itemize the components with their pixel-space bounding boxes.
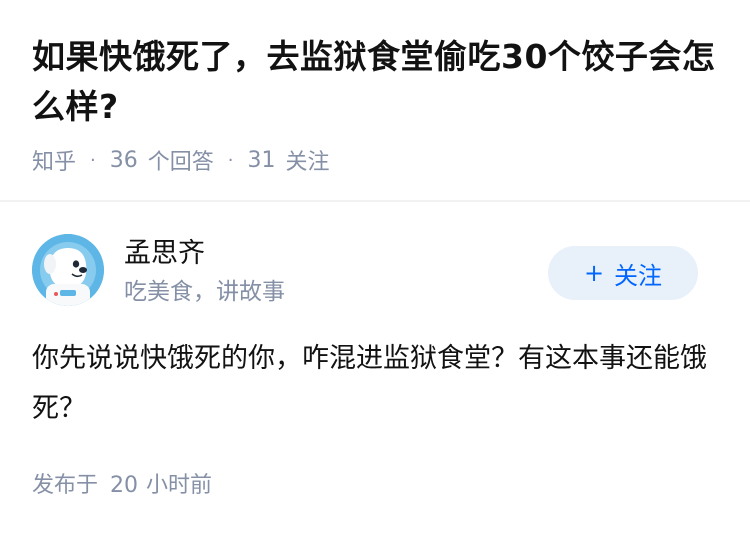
answer-count-label: 个回答 (147, 150, 214, 175)
answer-content[interactable]: 你先说说快饿死的你，咋混进监狱食堂？有这本事还能饿死？ (32, 334, 722, 434)
plus-icon: + (583, 259, 605, 287)
publish-suffix: 小时前 (146, 473, 213, 498)
question-title[interactable]: 如果快饿死了，去监狱食堂偷吃30个饺子会怎么样? (32, 32, 722, 132)
answer-count: 36 (109, 147, 138, 173)
publish-prefix: 发布于 (32, 473, 99, 498)
meta-separator: · (90, 149, 96, 171)
follower-count-label: 关注 (285, 150, 330, 175)
author-bio: 吃美食，讲故事 (124, 279, 285, 305)
publish-time: 发布于 20 小时前 (32, 470, 212, 502)
follower-count: 31 (247, 147, 276, 173)
cartoon-dog-astronaut-icon (32, 234, 104, 306)
follow-button[interactable]: + 关注 (548, 246, 698, 300)
section-divider (0, 200, 750, 202)
meta-separator: · (227, 149, 234, 171)
follow-label: 关注 (614, 261, 663, 290)
question-meta: 知乎 · 36 个回答 · 31 关注 (32, 144, 330, 176)
author-name[interactable]: 孟思齐 (124, 236, 205, 272)
publish-hours: 20 (110, 473, 139, 498)
author-card: 孟思齐 吃美食，讲故事 + 关注 (32, 234, 718, 312)
avatar[interactable] (32, 234, 104, 306)
source-label[interactable]: 知乎 (32, 144, 76, 176)
